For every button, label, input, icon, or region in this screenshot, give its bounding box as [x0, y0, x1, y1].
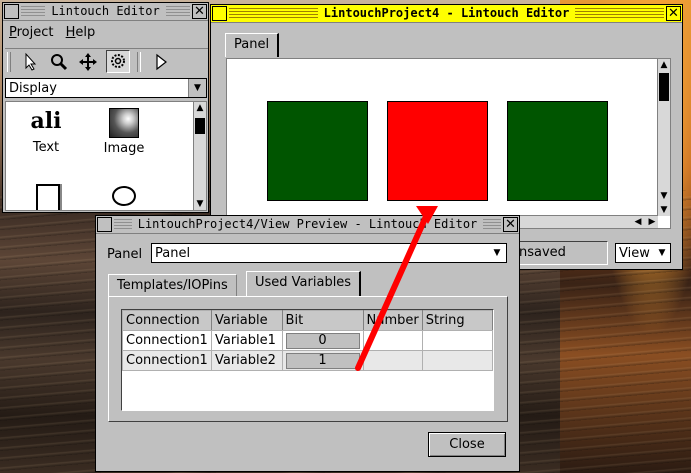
palette-scrollbar[interactable]: ▲ ▼ — [193, 102, 206, 210]
toolbar-separator — [137, 52, 141, 72]
cell-bit: 1 — [281, 350, 364, 371]
column-header-connection[interactable]: Connection — [122, 310, 212, 331]
palette-panel: ali Text Image ▲ ▼ — [5, 101, 207, 211]
variables-table: Connection Variable Bit Number String Co… — [122, 310, 493, 371]
bit-value-button[interactable]: 0 — [285, 332, 360, 349]
close-button[interactable]: ✕ — [192, 4, 207, 19]
red-square-center[interactable] — [387, 101, 488, 201]
scroll-down-icon[interactable]: ▼ — [658, 204, 670, 216]
chevron-down-icon[interactable]: ▼ — [654, 244, 670, 262]
variables-table-area: Connection Variable Bit Number String Co… — [121, 309, 494, 411]
chevron-down-icon[interactable]: ▼ — [188, 79, 206, 97]
pointer-icon[interactable] — [19, 52, 41, 72]
panel-label: Panel — [107, 247, 143, 262]
cell-connection: Connection1 — [122, 330, 212, 351]
tab-panel[interactable]: Panel — [225, 33, 280, 57]
scroll-up-icon[interactable]: ▲ — [194, 102, 206, 114]
close-button[interactable]: ✕ — [666, 6, 681, 21]
scroll-thumb[interactable] — [659, 73, 669, 101]
panel-select[interactable]: Panel ▼ — [151, 243, 507, 263]
column-header-number[interactable]: Number — [362, 310, 423, 331]
scroll-up-icon[interactable]: ▲ — [658, 59, 670, 71]
status-text: nsaved — [519, 245, 566, 260]
cell-number[interactable] — [362, 350, 423, 371]
tab-templates-label: Templates/IOPins — [117, 278, 228, 293]
play-icon[interactable] — [150, 52, 172, 72]
rectangle-tool-icon[interactable] — [36, 184, 60, 210]
cell-number[interactable] — [362, 330, 423, 351]
project-title: LintouchProject4 - Lintouch Editor — [317, 6, 576, 20]
variables-frame: Connection Variable Bit Number String Co… — [108, 296, 508, 422]
preview-titlebar[interactable]: LintouchProject4/View Preview - Lintouch… — [96, 216, 519, 234]
tab-used-variables-label: Used Variables — [255, 275, 352, 290]
category-select[interactable]: Display ▼ — [5, 78, 207, 98]
cell-string[interactable] — [421, 330, 493, 351]
canvas-vertical-scrollbar[interactable]: ▲ ▼ ▼ — [657, 59, 670, 216]
close-button[interactable]: ✕ — [503, 217, 518, 232]
editor-title: Lintouch Editor — [45, 4, 166, 18]
status-field: nsaved — [516, 241, 608, 265]
ellipse-tool-icon[interactable] — [112, 186, 136, 206]
scroll-left-icon[interactable]: ◀ — [632, 216, 644, 228]
scroll-right-icon[interactable]: ▶ — [646, 216, 658, 228]
cell-variable: Variable2 — [210, 350, 283, 371]
scroll-thumb[interactable] — [195, 118, 205, 134]
cell-string[interactable] — [421, 350, 493, 371]
project-titlebar[interactable]: LintouchProject4 - Lintouch Editor ✕ — [211, 5, 682, 23]
cell-connection: Connection1 — [122, 350, 212, 371]
text-tool-icon: ali — [30, 108, 62, 134]
editor-window: Lintouch Editor ✕ Project Help Display ▼… — [2, 2, 209, 213]
tab-templates-iopins[interactable]: Templates/IOPins — [108, 274, 237, 296]
scroll-down-icon[interactable]: ▼ — [194, 198, 206, 210]
table-header-row: Connection Variable Bit Number String — [122, 310, 493, 331]
cell-bit: 0 — [281, 330, 364, 351]
move-icon[interactable] — [77, 52, 99, 72]
cell-variable: Variable1 — [210, 330, 283, 351]
green-square-right[interactable] — [507, 101, 608, 201]
column-header-variable[interactable]: Variable — [210, 310, 283, 331]
editor-titlebar[interactable]: Lintouch Editor ✕ — [3, 3, 208, 21]
palette-label-text: Text — [32, 140, 60, 155]
column-header-string[interactable]: String — [421, 310, 493, 331]
table-row[interactable]: Connection1 Variable1 0 — [122, 330, 493, 351]
palette-item-image[interactable]: Image — [94, 108, 154, 164]
close-button-label: Close — [449, 437, 485, 452]
category-value: Display — [9, 81, 57, 96]
preview-title: LintouchProject4/View Preview - Lintouch… — [131, 217, 484, 231]
menubar: Project Help — [9, 25, 95, 40]
menu-project[interactable]: Project — [9, 25, 54, 40]
toolbar-grip — [7, 52, 11, 72]
toolbar — [5, 48, 208, 74]
scroll-down-icon[interactable]: ▼ — [658, 190, 670, 202]
green-square-left[interactable] — [267, 101, 368, 201]
panel-select-value: Panel — [155, 246, 191, 261]
tab-panel-label: Panel — [234, 37, 270, 52]
close-dialog-button[interactable]: Close — [428, 432, 506, 457]
menu-help[interactable]: Help — [66, 25, 96, 40]
panel-canvas: ▲ ▼ ▼ ◀ ▶ — [226, 58, 671, 229]
palette-label-image: Image — [103, 141, 145, 156]
preview-window: LintouchProject4/View Preview - Lintouch… — [95, 215, 520, 472]
chevron-down-icon[interactable]: ▼ — [488, 244, 506, 262]
table-row[interactable]: Connection1 Variable2 1 — [122, 350, 493, 371]
bit-value-button[interactable]: 1 — [285, 352, 360, 369]
palette-item-text[interactable]: ali Text — [16, 108, 76, 164]
column-header-bit[interactable]: Bit — [281, 310, 364, 331]
view-select[interactable]: View ▼ — [615, 243, 671, 263]
image-tool-icon — [109, 108, 139, 138]
view-value: View — [619, 246, 650, 261]
tab-used-variables[interactable]: Used Variables — [246, 271, 362, 297]
gear-icon[interactable] — [106, 50, 130, 73]
zoom-icon[interactable] — [48, 52, 70, 72]
